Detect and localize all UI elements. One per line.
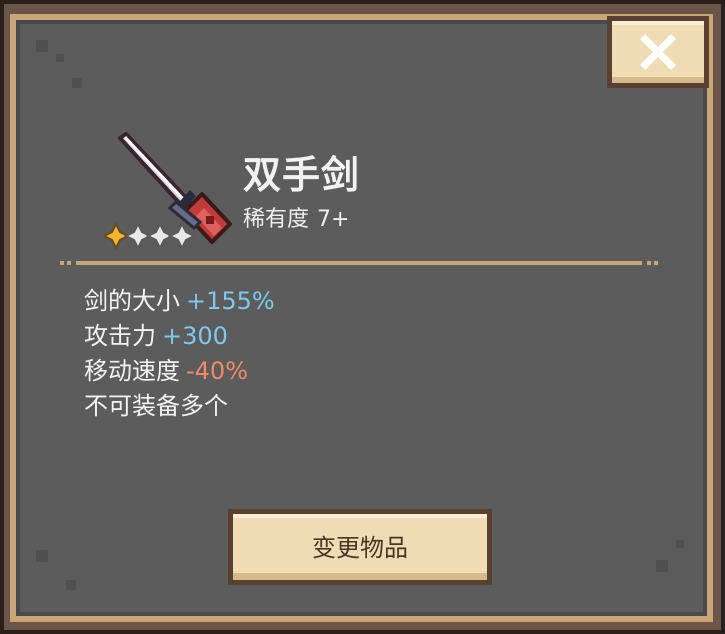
panel-texture	[66, 580, 76, 590]
stat-label: 移动速度	[84, 357, 180, 385]
rarity-value: 7+	[317, 207, 350, 232]
stats-list: 剑的大小 +155% 攻击力 +300 移动速度 -40% 不可装备多个	[84, 284, 275, 424]
stat-note: 不可装备多个	[84, 392, 228, 420]
stat-value: -40%	[186, 357, 249, 385]
stat-row-sword-size: 剑的大小 +155%	[84, 284, 275, 319]
panel-texture	[656, 560, 668, 572]
close-button[interactable]	[607, 16, 709, 88]
stat-value: +155%	[186, 287, 275, 315]
panel-texture	[36, 40, 48, 52]
rarity-stars	[104, 221, 197, 251]
stat-label: 剑的大小	[84, 287, 180, 315]
rarity-line: 稀有度 7+	[243, 201, 357, 233]
panel-texture	[676, 540, 684, 548]
stat-label: 攻击力	[84, 322, 156, 350]
two-handed-sword-icon	[104, 132, 232, 251]
stat-row-note: 不可装备多个	[84, 389, 275, 424]
stat-row-attack: 攻击力 +300	[84, 319, 275, 354]
panel-texture	[56, 54, 64, 62]
rarity-label: 稀有度	[243, 207, 310, 232]
stat-row-move-speed: 移动速度 -40%	[84, 354, 275, 389]
close-icon	[640, 34, 676, 70]
item-name: 双手剑	[243, 153, 361, 197]
divider	[58, 258, 660, 268]
panel-texture	[72, 78, 82, 88]
change-item-label: 变更物品	[312, 533, 408, 562]
change-item-button[interactable]: 变更物品	[228, 509, 492, 585]
panel-texture	[36, 550, 48, 562]
stat-value: +300	[162, 322, 228, 350]
